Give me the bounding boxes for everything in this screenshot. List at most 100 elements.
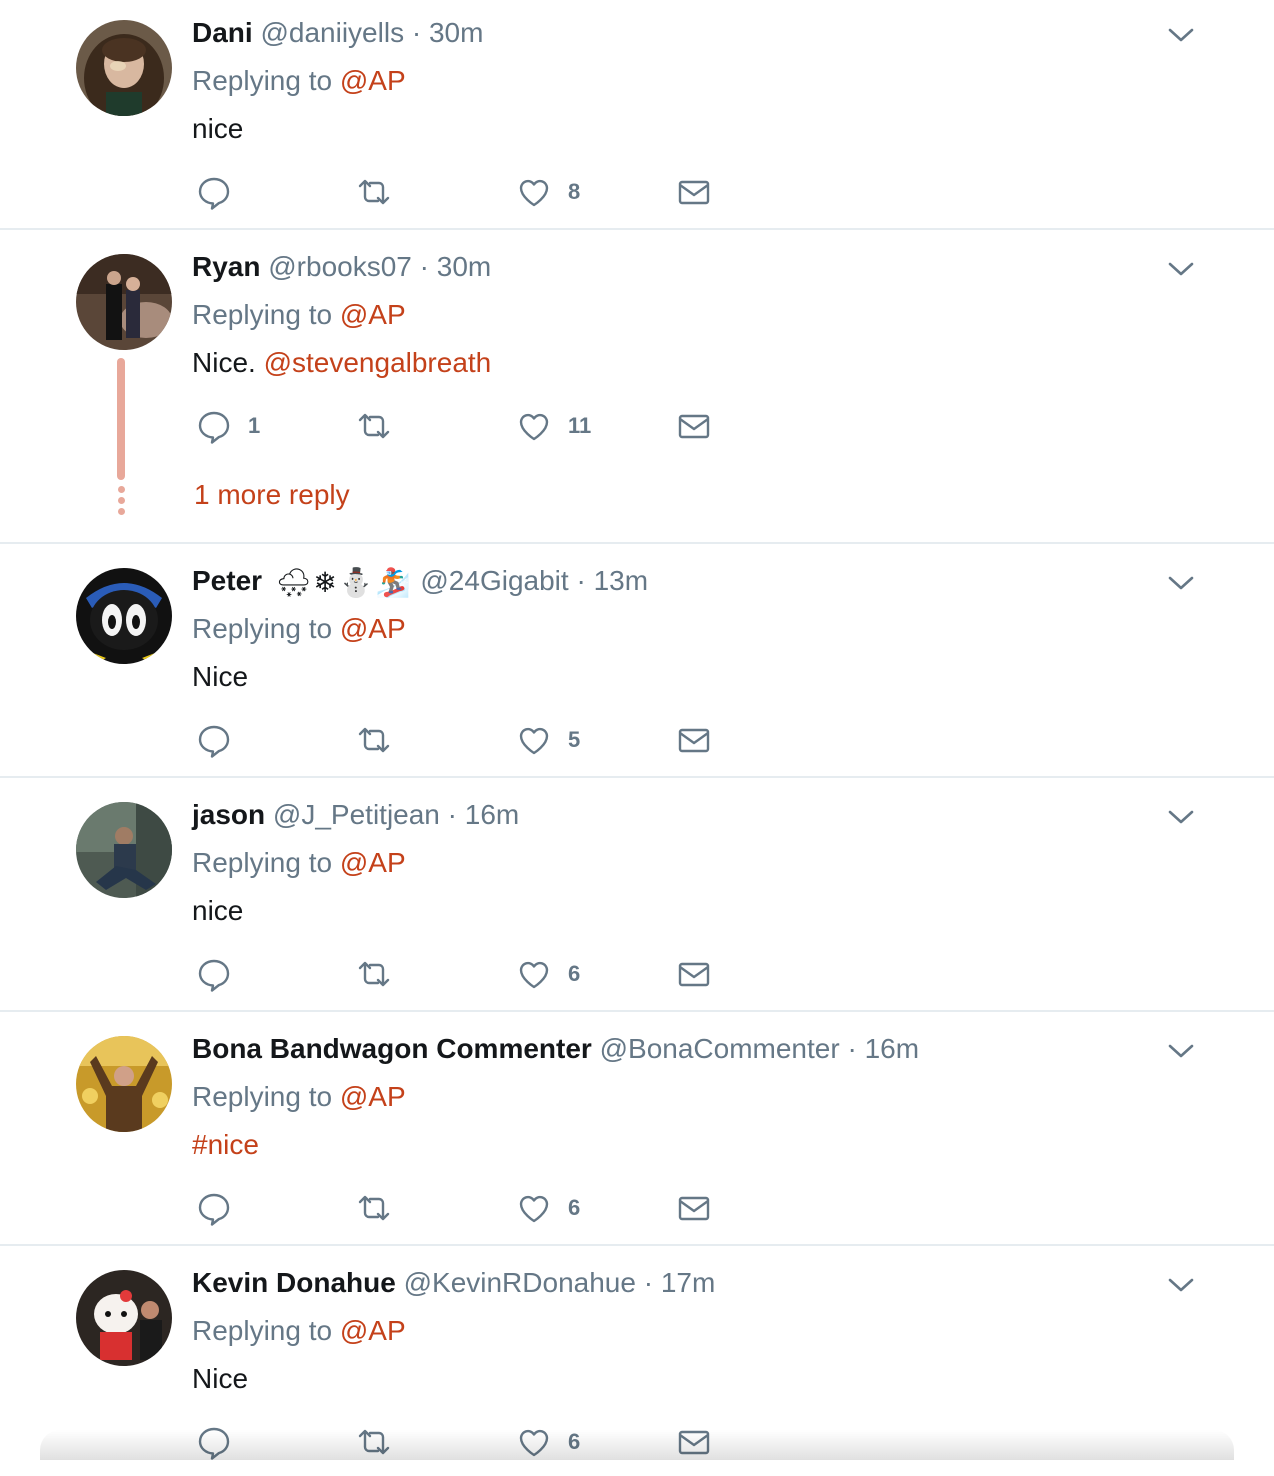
like-count: 11	[568, 413, 592, 438]
direct-message-button[interactable]	[676, 406, 712, 446]
avatar[interactable]	[76, 254, 172, 350]
timestamp[interactable]: 13m	[594, 565, 648, 596]
hashtag-link[interactable]: #nice	[192, 1129, 259, 1160]
direct-message-button[interactable]	[676, 1188, 712, 1228]
user-handle[interactable]: @24Gigabit	[420, 565, 568, 596]
chevron-down-icon[interactable]	[1166, 802, 1196, 832]
reply-target-link[interactable]: @AP	[340, 65, 406, 96]
envelope-icon	[678, 728, 710, 753]
more-replies-link[interactable]: 1 more reply	[194, 478, 350, 512]
reply-button[interactable]	[196, 954, 248, 994]
avatar[interactable]	[76, 1270, 172, 1366]
retweet-button[interactable]	[356, 1188, 392, 1228]
tweet-peter[interactable]: Peter 🌨❄⛄🏂 @24Gigabit · 13m Replying to …	[0, 544, 1274, 778]
snowflake-emoji: ❄	[313, 566, 337, 598]
replying-label: Replying to	[192, 65, 333, 96]
tweet-bona-bandwagon-commenter[interactable]: Bona Bandwagon Commenter @BonaCommenter …	[0, 1012, 1274, 1246]
reply-button[interactable]	[196, 1422, 248, 1462]
dot-separator: ·	[419, 251, 429, 282]
thread-dot	[118, 486, 125, 493]
like-button[interactable]: 6	[516, 954, 580, 994]
chevron-down-icon[interactable]	[1166, 1270, 1196, 1300]
chevron-down-icon[interactable]	[1166, 1036, 1196, 1066]
timestamp[interactable]: 30m	[437, 251, 491, 282]
retweet-icon	[358, 961, 390, 987]
timestamp[interactable]: 30m	[429, 17, 483, 48]
mention-link[interactable]: @stevengalbreath	[264, 347, 492, 378]
retweet-icon	[358, 1195, 390, 1221]
retweet-button[interactable]	[356, 172, 392, 212]
display-name[interactable]: Peter	[192, 565, 262, 596]
reply-icon	[198, 177, 230, 210]
tweet-kevin-donahue[interactable]: Kevin Donahue @KevinRDonahue · 17m Reply…	[0, 1246, 1274, 1476]
dot-separator: ·	[847, 1033, 857, 1064]
heart-icon	[519, 961, 549, 989]
tweet-dani[interactable]: Dani @daniiyells · 30m Replying to @AP n…	[0, 0, 1274, 230]
chevron-down-icon[interactable]	[1166, 20, 1196, 50]
reply-button[interactable]	[196, 172, 248, 212]
avatar[interactable]	[76, 802, 172, 898]
display-name[interactable]: Dani	[192, 17, 253, 48]
direct-message-button[interactable]	[676, 954, 712, 994]
user-handle[interactable]: @J_Petitjean	[273, 799, 440, 830]
retweet-button[interactable]	[356, 954, 392, 994]
retweet-button[interactable]	[356, 720, 392, 760]
reply-icon	[198, 1193, 230, 1226]
chevron-down-icon[interactable]	[1166, 568, 1196, 598]
timestamp[interactable]: 16m	[465, 799, 519, 830]
like-button[interactable]: 6	[516, 1188, 580, 1228]
dot-separator: ·	[576, 565, 586, 596]
display-name[interactable]: Ryan	[192, 251, 260, 282]
direct-message-button[interactable]	[676, 172, 712, 212]
replying-to: Replying to @AP	[192, 846, 406, 880]
retweet-button[interactable]	[356, 1422, 392, 1462]
reply-target-link[interactable]: @AP	[340, 1315, 406, 1346]
like-button[interactable]: 6	[516, 1422, 580, 1462]
reply-target-link[interactable]: @AP	[340, 613, 406, 644]
replying-label: Replying to	[192, 1081, 333, 1112]
envelope-icon	[678, 962, 710, 987]
reply-button[interactable]: 1	[196, 406, 260, 446]
like-button[interactable]: 8	[516, 172, 580, 212]
timestamp[interactable]: 17m	[661, 1267, 715, 1298]
name-emojis: 🌨❄⛄🏂	[276, 566, 413, 600]
tweet-ryan[interactable]: Ryan @rbooks07 · 30m Replying to @AP Nic…	[0, 230, 1274, 544]
avatar[interactable]	[76, 568, 172, 664]
display-name[interactable]: jason	[192, 799, 265, 830]
avatar[interactable]	[76, 20, 172, 116]
reply-target-link[interactable]: @AP	[340, 299, 406, 330]
reply-feed: Dani @daniiyells · 30m Replying to @AP n…	[0, 0, 1274, 1476]
reply-button[interactable]	[196, 720, 248, 760]
tweet-jason[interactable]: jason @J_Petitjean · 16m Replying to @AP…	[0, 778, 1274, 1012]
chevron-down-icon[interactable]	[1166, 254, 1196, 284]
user-handle[interactable]: @daniiyells	[260, 17, 404, 48]
reply-target-link[interactable]: @AP	[340, 1081, 406, 1112]
snowman-emoji: ⛄	[338, 566, 374, 598]
reply-button[interactable]	[196, 1188, 248, 1228]
tweet-actions: 6	[196, 954, 756, 994]
reply-target-link[interactable]: @AP	[340, 847, 406, 878]
reply-icon	[198, 1427, 230, 1460]
timestamp[interactable]: 16m	[865, 1033, 919, 1064]
replying-to: Replying to @AP	[192, 612, 406, 646]
avatar[interactable]	[76, 1036, 172, 1132]
tweet-actions: 5	[196, 720, 756, 760]
retweet-button[interactable]	[356, 406, 392, 446]
thread-dot	[118, 508, 125, 515]
like-count: 5	[568, 727, 581, 752]
direct-message-button[interactable]	[676, 1422, 712, 1462]
user-handle[interactable]: @BonaCommenter	[600, 1033, 840, 1064]
like-count: 6	[568, 1195, 581, 1220]
user-handle[interactable]: @KevinRDonahue	[404, 1267, 636, 1298]
direct-message-button[interactable]	[676, 720, 712, 760]
display-name[interactable]: Kevin Donahue	[192, 1267, 396, 1298]
envelope-icon	[678, 1196, 710, 1221]
tweet-header: Kevin Donahue @KevinRDonahue · 17m	[192, 1266, 715, 1300]
like-button[interactable]: 11	[516, 406, 591, 446]
tweet-header: jason @J_Petitjean · 16m	[192, 798, 519, 832]
like-button[interactable]: 5	[516, 720, 580, 760]
retweet-icon	[358, 413, 390, 439]
user-handle[interactable]: @rbooks07	[268, 251, 412, 282]
tweet-actions: 6	[196, 1422, 756, 1462]
display-name[interactable]: Bona Bandwagon Commenter	[192, 1033, 592, 1064]
